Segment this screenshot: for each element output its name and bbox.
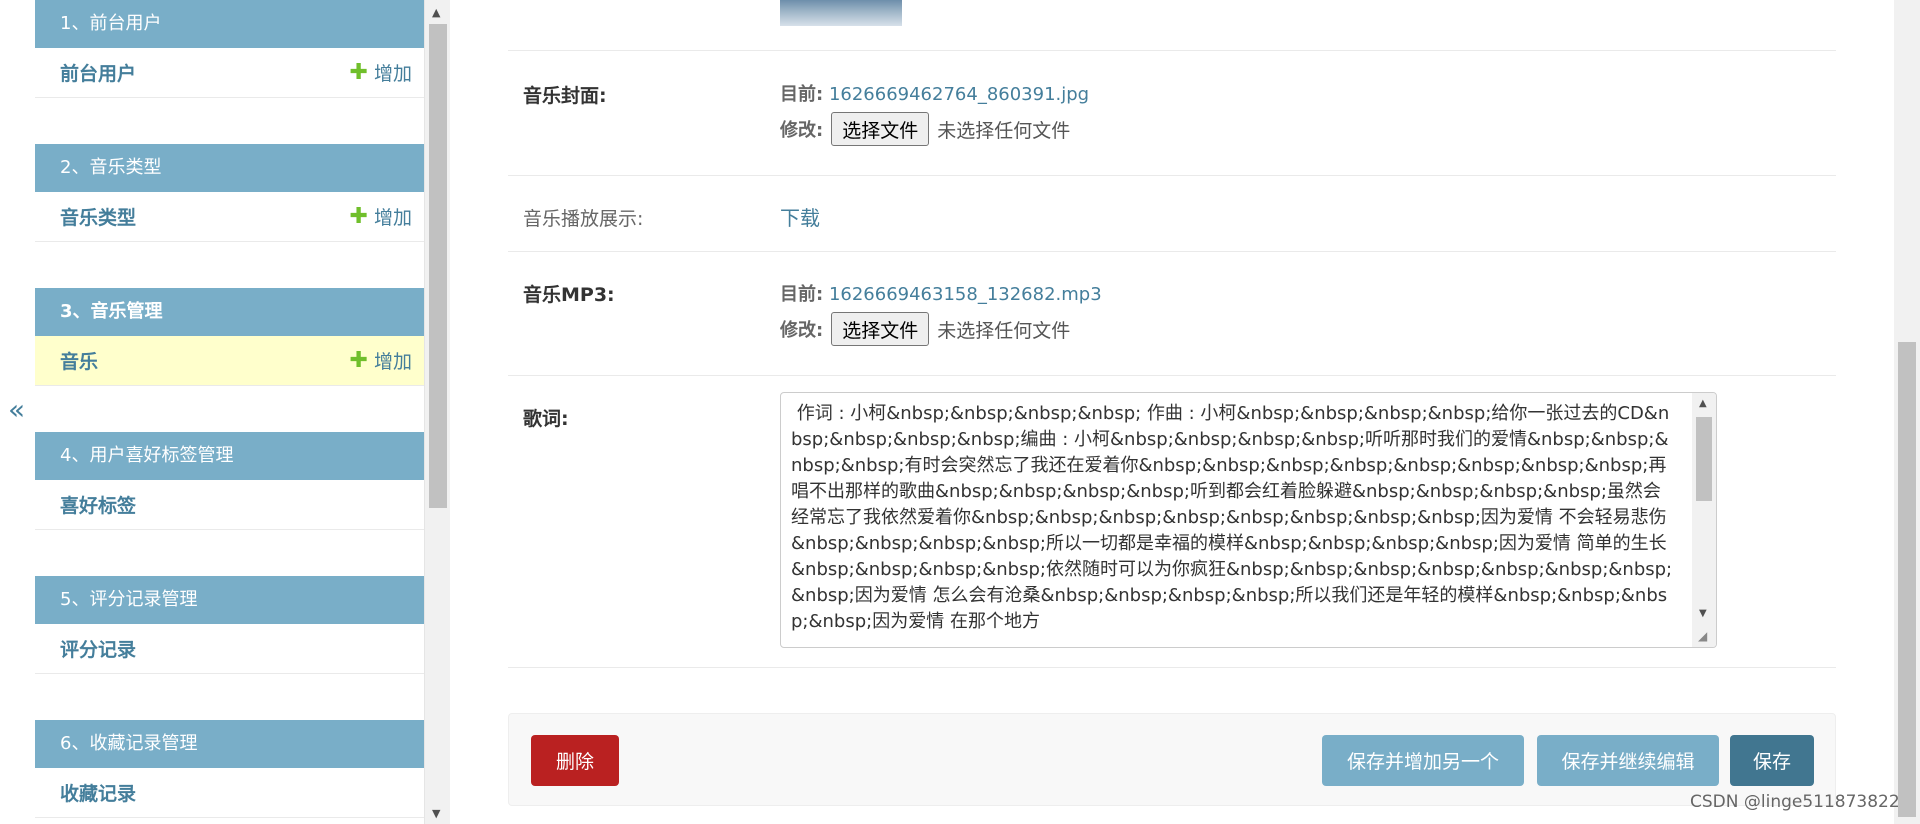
module-caption[interactable]: 2、音乐类型 <box>35 144 424 192</box>
mp3-current: 目前: 1626669463158_132682.mp3 <box>780 280 1102 306</box>
mp3-file-link[interactable]: 1626669463158_132682.mp3 <box>829 284 1102 305</box>
submit-row: 删除 保存并增加另一个 保存并继续编辑 保存 <box>508 713 1836 806</box>
add-label[interactable]: 增加 <box>374 59 412 86</box>
plus-icon: ✚ <box>349 59 368 85</box>
player-label: 音乐播放展示: <box>523 208 644 230</box>
cover-no-file-text: 未选择任何文件 <box>937 119 1071 142</box>
save-and-continue-button[interactable]: 保存并继续编辑 <box>1537 735 1719 786</box>
sidebar-item-music-types: 音乐类型 ✚ 增加 <box>35 192 424 242</box>
module-favorites: 6、收藏记录管理 收藏记录 <box>35 720 424 818</box>
cover-current: 目前: 1626669462764_860391.jpg <box>780 80 1089 106</box>
add-music-link[interactable]: ✚ 增加 <box>350 347 412 374</box>
scroll-up-arrow-icon[interactable]: ▲ <box>1699 398 1707 409</box>
lyrics-textarea[interactable]: 作词 : 小柯&nbsp;&nbsp;&nbsp;&nbsp; 作曲 : 小柯&… <box>780 392 1717 648</box>
delete-button[interactable]: 删除 <box>531 735 619 786</box>
app-sidebar: 1、前台用户 前台用户 ✚ 增加 2、音乐类型 音乐类型 ✚ 增加 3、音乐管理… <box>35 0 424 824</box>
module-music-types: 2、音乐类型 音乐类型 ✚ 增加 <box>35 144 424 242</box>
scroll-down-arrow-icon[interactable]: ▼ <box>432 807 440 820</box>
resize-grip-icon[interactable]: ◢ <box>1698 629 1714 645</box>
module-caption[interactable]: 6、收藏记录管理 <box>35 720 424 768</box>
mp3-choose-file-button[interactable]: 选择文件 <box>831 312 930 346</box>
page-scrollbar[interactable] <box>1894 0 1920 824</box>
module-caption-active[interactable]: 3、音乐管理 <box>35 288 424 336</box>
save-button[interactable]: 保存 <box>1730 735 1814 786</box>
module-music-management: 3、音乐管理 音乐 ✚ 增加 <box>35 288 424 386</box>
scrollbar-thumb[interactable] <box>1696 417 1712 501</box>
image-row-divider <box>508 0 1836 51</box>
form-row-cover: 音乐封面: 目前: 1626669462764_860391.jpg 修改: 选… <box>508 51 1836 176</box>
module-user-tags: 4、用户喜好标签管理 喜好标签 <box>35 432 424 530</box>
plus-icon: ✚ <box>349 347 368 373</box>
scrollbar-thumb[interactable] <box>1898 342 1916 817</box>
sidebar-item-ratings: 评分记录 <box>35 624 424 674</box>
mp3-change: 修改: 选择文件 未选择任何文件 <box>780 312 1070 346</box>
cover-label: 音乐封面: <box>523 85 607 107</box>
add-frontend-user-link[interactable]: ✚ 增加 <box>350 59 412 86</box>
sidebar-item-label[interactable]: 前台用户 <box>60 59 136 86</box>
module-caption[interactable]: 5、评分记录管理 <box>35 576 424 624</box>
form-row-mp3: 音乐MP3: 目前: 1626669463158_132682.mp3 修改: … <box>508 252 1836 376</box>
mp3-no-file-text: 未选择任何文件 <box>937 319 1071 342</box>
module-frontend-users: 1、前台用户 前台用户 ✚ 增加 <box>35 0 424 98</box>
watermark: CSDN @linge511873822 <box>1690 792 1900 812</box>
change-label: 修改: <box>780 120 824 141</box>
current-label: 目前: <box>780 284 824 305</box>
lyrics-label: 歌词: <box>523 408 569 430</box>
lyrics-text[interactable]: 作词 : 小柯&nbsp;&nbsp;&nbsp;&nbsp; 作曲 : 小柯&… <box>781 393 1688 647</box>
plus-icon: ✚ <box>349 203 368 229</box>
sidebar-item-user-tags: 喜好标签 <box>35 480 424 530</box>
scroll-up-arrow-icon[interactable]: ▲ <box>432 6 440 19</box>
module-caption[interactable]: 1、前台用户 <box>35 0 424 48</box>
form-row-player: 音乐播放展示: 下载 <box>508 176 1836 252</box>
download-link[interactable]: 下载 <box>780 202 820 231</box>
sidebar-item-label[interactable]: 音乐类型 <box>60 203 136 230</box>
cover-choose-file-button[interactable]: 选择文件 <box>831 112 930 146</box>
module-caption[interactable]: 4、用户喜好标签管理 <box>35 432 424 480</box>
add-music-type-link[interactable]: ✚ 增加 <box>350 203 412 230</box>
sidebar-item-label[interactable]: 音乐 <box>60 347 98 374</box>
save-and-add-another-button[interactable]: 保存并增加另一个 <box>1322 735 1524 786</box>
change-form: 音乐封面: 目前: 1626669462764_860391.jpg 修改: 选… <box>508 0 1836 824</box>
cover-change: 修改: 选择文件 未选择任何文件 <box>780 112 1070 146</box>
change-label: 修改: <box>780 320 824 341</box>
module-ratings: 5、评分记录管理 评分记录 <box>35 576 424 674</box>
sidebar-item-label[interactable]: 收藏记录 <box>60 779 136 806</box>
mp3-label: 音乐MP3: <box>523 284 615 306</box>
sidebar-item-label[interactable]: 喜好标签 <box>60 491 136 518</box>
sidebar-item-music: 音乐 ✚ 增加 <box>35 336 424 386</box>
current-label: 目前: <box>780 84 824 105</box>
nav-collapse-toggle[interactable]: « <box>0 0 34 824</box>
cover-file-link[interactable]: 1626669462764_860391.jpg <box>829 84 1089 105</box>
add-label[interactable]: 增加 <box>374 347 412 374</box>
sidebar-item-favorites: 收藏记录 <box>35 768 424 818</box>
add-label[interactable]: 增加 <box>374 203 412 230</box>
sidebar-item-label[interactable]: 评分记录 <box>60 635 136 662</box>
sidebar-item-frontend-users: 前台用户 ✚ 增加 <box>35 48 424 98</box>
double-chevron-left-icon[interactable]: « <box>8 396 25 424</box>
sidebar-scrollbar[interactable]: ▲ ▼ <box>424 0 450 824</box>
lyrics-scrollbar[interactable]: ▲ ▼ ◢ <box>1692 393 1716 647</box>
scroll-down-arrow-icon[interactable]: ▼ <box>1699 608 1707 619</box>
scrollbar-thumb[interactable] <box>429 24 447 508</box>
